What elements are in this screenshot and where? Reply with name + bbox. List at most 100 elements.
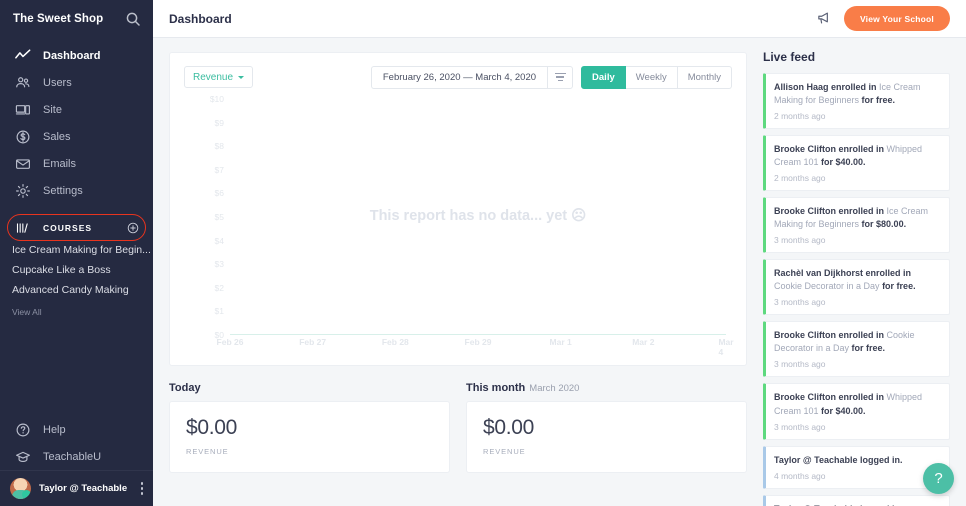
live-feed-suffix: for $40.00. bbox=[819, 406, 866, 416]
sidebar-item-label: Emails bbox=[43, 158, 76, 170]
live-feed-course[interactable]: Cookie Decorator in a Day bbox=[774, 281, 880, 291]
live-feed-item[interactable]: Allison Haag enrolled in Ice Cream Makin… bbox=[763, 73, 950, 129]
courses-header-label: COURSES bbox=[43, 223, 115, 233]
sidebar: The Sweet Shop Dashboard bbox=[0, 0, 153, 506]
view-your-school-button[interactable]: View Your School bbox=[844, 6, 950, 31]
sidebar-item-sales[interactable]: Sales bbox=[0, 123, 153, 150]
course-list-item[interactable]: Ice Cream Making for Begin... bbox=[0, 240, 153, 260]
y-axis-tick: $4 bbox=[215, 236, 224, 246]
tab-daily[interactable]: Daily bbox=[581, 66, 626, 89]
sidebar-item-label: Site bbox=[43, 104, 62, 116]
megaphone-icon[interactable] bbox=[816, 10, 834, 28]
school-name: The Sweet Shop bbox=[13, 13, 119, 25]
live-feed-actor: Brooke Clifton enrolled in bbox=[774, 392, 887, 402]
live-feed-item[interactable]: Taylor @ Teachable logged in. 4 months ag… bbox=[763, 446, 950, 489]
stat-heading: Today bbox=[169, 382, 450, 394]
live-feed-item-text: Allison Haag enrolled in Ice Cream Makin… bbox=[774, 81, 940, 107]
course-list-item[interactable]: Advanced Candy Making bbox=[0, 280, 153, 300]
reports-column: Revenue February 26, 2020 — March 4, 202… bbox=[153, 38, 763, 506]
sidebar-item-site[interactable]: Site bbox=[0, 96, 153, 123]
x-axis-tick: Mar 4 bbox=[718, 337, 733, 357]
y-axis-tick: $6 bbox=[215, 188, 224, 198]
x-axis-tick: Mar 2 bbox=[632, 337, 654, 347]
chart-toolbar: Revenue February 26, 2020 — March 4, 202… bbox=[184, 65, 732, 89]
filter-icon[interactable] bbox=[547, 66, 573, 89]
live-feed-item[interactable]: Brooke Clifton enrolled in Ice Cream Mak… bbox=[763, 197, 950, 253]
live-feed-item[interactable]: Rachèl van Dijkhorst enrolled in Cookie … bbox=[763, 259, 950, 315]
plus-circle-icon[interactable] bbox=[127, 222, 139, 234]
live-feed-actor: Rachèl van Dijkhorst enrolled in bbox=[774, 268, 911, 278]
gear-icon bbox=[14, 182, 31, 199]
live-feed-panel: Live feed Allison Haag enrolled in Ice C… bbox=[763, 38, 966, 506]
stat-heading-label: Today bbox=[169, 382, 201, 394]
live-feed-timestamp: 2 months ago bbox=[774, 111, 940, 121]
stat-label: REVENUE bbox=[186, 447, 433, 456]
y-axis-tick: $7 bbox=[215, 165, 224, 175]
sidebar-item-help[interactable]: Help bbox=[0, 416, 153, 443]
y-axis: $10$9$8$7$6$5$4$3$2$1$0 bbox=[184, 99, 230, 335]
live-feed-item[interactable]: Taylor @ Teachable logged in.4 months ag… bbox=[763, 495, 950, 506]
y-axis-tick: $10 bbox=[210, 94, 224, 104]
live-feed-title: Live feed bbox=[763, 50, 950, 64]
live-feed-item[interactable]: Brooke Clifton enrolled in Cookie Decora… bbox=[763, 321, 950, 377]
sidebar-item-users[interactable]: Users bbox=[0, 69, 153, 96]
avatar bbox=[10, 478, 31, 499]
secondary-nav: Help TeachableU Taylor @ Teachable bbox=[0, 416, 153, 506]
live-feed-item[interactable]: Brooke Clifton enrolled in Whipped Cream… bbox=[763, 135, 950, 191]
courses-header[interactable]: COURSES bbox=[0, 216, 153, 240]
search-icon[interactable] bbox=[125, 11, 141, 27]
stat-heading-sub: March 2020 bbox=[529, 383, 579, 394]
stat-value: $0.00 bbox=[483, 416, 730, 440]
sidebar-item-label: Help bbox=[43, 424, 66, 436]
avatar-status-badge bbox=[22, 490, 31, 499]
x-axis-tick: Mar 1 bbox=[550, 337, 572, 347]
live-feed-suffix: for free. bbox=[849, 343, 885, 353]
graduation-cap-icon bbox=[14, 448, 31, 465]
stat-label: REVENUE bbox=[483, 447, 730, 456]
trend-line-icon bbox=[14, 47, 31, 64]
courses-view-all-link[interactable]: View All bbox=[0, 302, 153, 322]
sidebar-item-teachableu[interactable]: TeachableU bbox=[0, 443, 153, 470]
sidebar-item-label: Users bbox=[43, 77, 72, 89]
tab-weekly[interactable]: Weekly bbox=[626, 66, 678, 89]
y-axis-tick: $1 bbox=[215, 306, 224, 316]
live-feed-timestamp: 3 months ago bbox=[774, 359, 940, 369]
live-feed-item-text: Brooke Clifton enrolled in Cookie Decora… bbox=[774, 329, 940, 355]
y-axis-tick: $8 bbox=[215, 141, 224, 151]
live-feed-item-text: Brooke Clifton enrolled in Ice Cream Mak… bbox=[774, 205, 940, 231]
chart-plot: $10$9$8$7$6$5$4$3$2$1$0 Feb 26Feb 27Feb … bbox=[184, 95, 732, 357]
chart-toolbar-right: February 26, 2020 — March 4, 2020 Daily … bbox=[371, 66, 732, 89]
live-feed-actor: Taylor @ Teachable logged in. bbox=[774, 455, 902, 465]
live-feed-actor: Brooke Clifton enrolled in bbox=[774, 330, 887, 340]
sidebar-item-settings[interactable]: Settings bbox=[0, 177, 153, 204]
dollar-circle-icon bbox=[14, 128, 31, 145]
profile-row[interactable]: Taylor @ Teachable bbox=[0, 470, 153, 506]
envelope-icon bbox=[14, 155, 31, 172]
metric-select[interactable]: Revenue bbox=[184, 66, 253, 88]
x-axis-tick: Feb 29 bbox=[465, 337, 492, 347]
live-feed-item[interactable]: Brooke Clifton enrolled in Whipped Cream… bbox=[763, 383, 950, 439]
live-feed-actor: Brooke Clifton enrolled in bbox=[774, 144, 887, 154]
course-list-item[interactable]: Cupcake Like a Boss bbox=[0, 260, 153, 280]
sidebar-item-dashboard[interactable]: Dashboard bbox=[0, 42, 153, 69]
date-range-picker[interactable]: February 26, 2020 — March 4, 2020 bbox=[371, 66, 547, 89]
kebab-menu-icon[interactable] bbox=[135, 482, 149, 495]
live-feed-timestamp: 4 months ago bbox=[774, 471, 940, 481]
live-feed-actor: Allison Haag enrolled in bbox=[774, 82, 879, 92]
live-feed-list: Allison Haag enrolled in Ice Cream Makin… bbox=[763, 73, 950, 506]
live-feed-timestamp: 2 months ago bbox=[774, 173, 940, 183]
live-feed-timestamp: 3 months ago bbox=[774, 422, 940, 432]
live-feed-timestamp: 3 months ago bbox=[774, 297, 940, 307]
live-feed-item-text: Brooke Clifton enrolled in Whipped Cream… bbox=[774, 143, 940, 169]
live-feed-item-text: Brooke Clifton enrolled in Whipped Cream… bbox=[774, 391, 940, 417]
live-feed-item-text: Rachèl van Dijkhorst enrolled in Cookie … bbox=[774, 267, 940, 293]
stat-block-today: Today $0.00 REVENUE bbox=[169, 382, 450, 473]
x-axis-tick: Feb 26 bbox=[217, 337, 244, 347]
sidebar-item-label: Sales bbox=[43, 131, 71, 143]
tab-monthly[interactable]: Monthly bbox=[678, 66, 732, 89]
dashboard-content: Revenue February 26, 2020 — March 4, 202… bbox=[153, 38, 966, 506]
help-fab-button[interactable]: ? bbox=[923, 463, 954, 494]
sidebar-item-label: Settings bbox=[43, 185, 83, 197]
sidebar-item-emails[interactable]: Emails bbox=[0, 150, 153, 177]
stat-cards: Today $0.00 REVENUE This monthMarch 2020… bbox=[169, 382, 747, 473]
